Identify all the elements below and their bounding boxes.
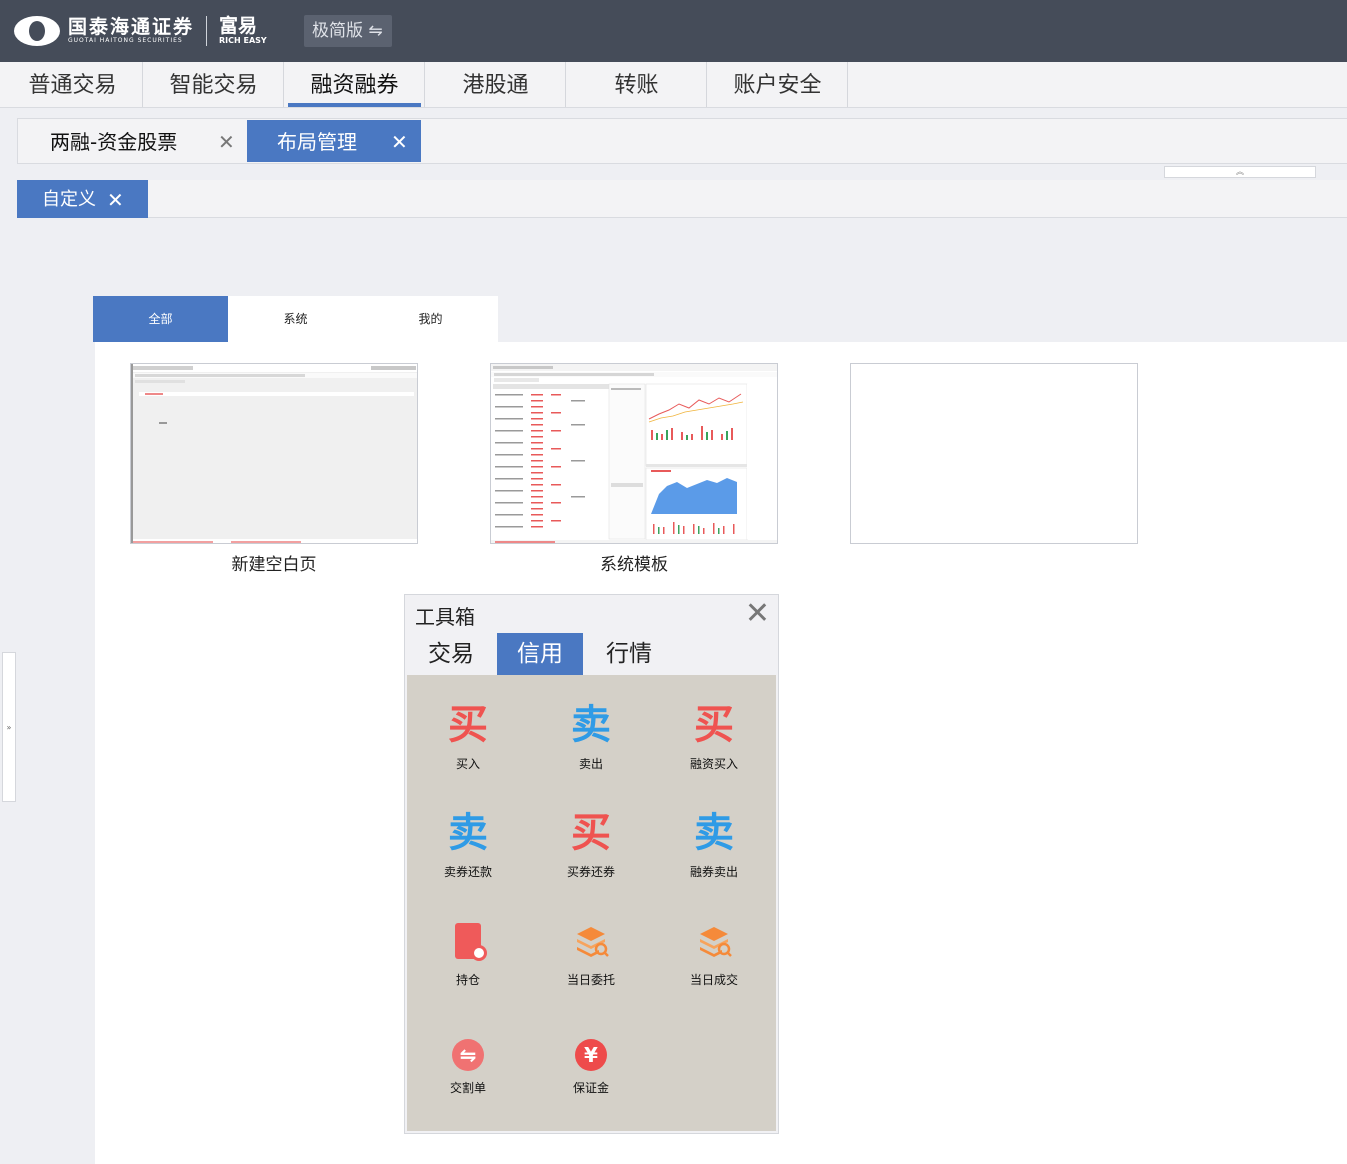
buy-icon: 买 (448, 702, 488, 748)
yuan-icon: ¥ (575, 1039, 607, 1071)
close-icon[interactable]: ✕ (391, 120, 408, 164)
nav-tab-ordinary-trade[interactable]: 普通交易 (3, 62, 143, 107)
tool-delivery-slip[interactable]: ⇋ 交割单 (418, 1025, 518, 1096)
tool-label: 买券还券 (566, 865, 615, 879)
exchange-icon: ⇋ (452, 1039, 484, 1071)
company-logo: 国泰海通证券 GUOTAI HAITONG SECURITIES 富易 RICH… (14, 14, 267, 48)
tool-today-orders[interactable]: 当日委托 (541, 917, 641, 988)
buy-icon: 买 (571, 810, 611, 856)
tool-short-sell[interactable]: 卖 融券卖出 (664, 809, 764, 880)
tool-margin-buy[interactable]: 买 融资买入 (664, 701, 764, 772)
close-icon[interactable]: ✕ (218, 119, 235, 165)
close-icon[interactable]: ✕ (107, 180, 124, 220)
filter-system[interactable]: 系统 (228, 296, 363, 342)
tab-custom[interactable]: 自定义 ✕ (17, 180, 148, 218)
brand-name-cn: 富易 (219, 15, 258, 37)
tool-sell[interactable]: 卖 卖出 (541, 701, 641, 772)
tool-label: 买入 (455, 757, 480, 771)
tool-buy-return[interactable]: 买 买券还券 (541, 809, 641, 880)
layout-tabs: 自定义 ✕ (17, 180, 1347, 218)
tool-label: 融资买入 (689, 757, 738, 771)
collapse-handle[interactable]: ︽ (1164, 166, 1316, 178)
tool-label: 交割单 (449, 1081, 486, 1095)
tool-margin-deposit[interactable]: ¥ 保证金 (541, 1025, 641, 1096)
tool-label: 当日委托 (566, 973, 615, 987)
sell-icon: 卖 (448, 810, 488, 856)
template-label-blank: 新建空白页 (231, 555, 317, 575)
main-nav: 普通交易 智能交易 融资融券 港股通 转账 账户安全 (0, 62, 1347, 108)
edition-switch-button[interactable]: 极简版 ⇋ (304, 15, 392, 47)
nav-tab-hk-connect[interactable]: 港股通 (426, 62, 566, 107)
nav-tab-transfer[interactable]: 转账 (567, 62, 707, 107)
logo-divider (206, 16, 208, 46)
deals-search-icon (664, 917, 764, 965)
template-card-empty-slot[interactable] (850, 363, 1138, 544)
sell-icon: 卖 (694, 810, 734, 856)
tool-label: 卖券还款 (443, 865, 492, 879)
tool-label: 卖出 (578, 757, 603, 771)
toolbox-tab-market[interactable]: 行情 (586, 633, 672, 675)
page-tab-layout-manager[interactable]: 布局管理 ✕ (247, 120, 421, 162)
template-filter-tabs: 全部 系统 我的 (93, 296, 498, 342)
page-tab-label: 两融-资金股票 (50, 130, 178, 154)
page-tab-funds-stocks[interactable]: 两融-资金股票 ✕ (18, 119, 246, 163)
sell-icon: 卖 (571, 702, 611, 748)
page-tab-label: 布局管理 (277, 130, 357, 154)
template-label-system: 系统模板 (600, 555, 668, 575)
toolbox-grid: 买 买入 卖 卖出 买 融资买入 卖 卖券还款 买 买券还券 卖 融券卖出 持仓 (407, 675, 776, 1131)
positions-icon (418, 917, 518, 965)
filter-all[interactable]: 全部 (93, 296, 228, 342)
orders-search-icon (541, 917, 641, 965)
toolbox-title: 工具箱 (415, 605, 475, 629)
buy-icon: 买 (694, 702, 734, 748)
nav-tab-smart-trade[interactable]: 智能交易 (144, 62, 284, 107)
tool-label: 当日成交 (689, 973, 738, 987)
brand-name-en: RICH EASY (219, 36, 267, 45)
nav-tab-margin-trading[interactable]: 融资融券 (285, 62, 425, 107)
system-template-thumbnail (491, 364, 777, 543)
expand-sidebar-button[interactable]: » (2, 652, 16, 802)
toolbox-tab-trade[interactable]: 交易 (408, 633, 494, 675)
template-card-blank[interactable] (130, 363, 418, 544)
filter-mine[interactable]: 我的 (363, 296, 498, 342)
logo-name-en: GUOTAI HAITONG SECURITIES (68, 37, 183, 44)
tool-sell-repay[interactable]: 卖 卖券还款 (418, 809, 518, 880)
tool-label: 保证金 (572, 1081, 609, 1095)
page-tabs: 两融-资金股票 ✕ 布局管理 ✕ (17, 118, 1347, 164)
toolbox-tab-credit[interactable]: 信用 (497, 633, 583, 675)
template-card-system[interactable] (490, 363, 778, 544)
tool-today-deals[interactable]: 当日成交 (664, 917, 764, 988)
logo-mark-icon (14, 16, 60, 46)
tab-custom-label: 自定义 (42, 189, 96, 210)
blank-page-thumbnail (131, 364, 417, 543)
tool-positions[interactable]: 持仓 (418, 917, 518, 988)
top-bar: 国泰海通证券 GUOTAI HAITONG SECURITIES 富易 RICH… (0, 0, 1347, 62)
tool-label: 融券卖出 (689, 865, 738, 879)
nav-tab-account-security[interactable]: 账户安全 (708, 62, 848, 107)
tool-label: 持仓 (455, 973, 480, 987)
toolbox-panel: 工具箱 ✕ 交易 信用 行情 买 买入 卖 卖出 买 融资买入 卖 卖券还款 买… (404, 594, 779, 1134)
tool-buy[interactable]: 买 买入 (418, 701, 518, 772)
logo-name-cn: 国泰海通证券 (68, 16, 195, 38)
close-icon[interactable]: ✕ (745, 597, 770, 631)
